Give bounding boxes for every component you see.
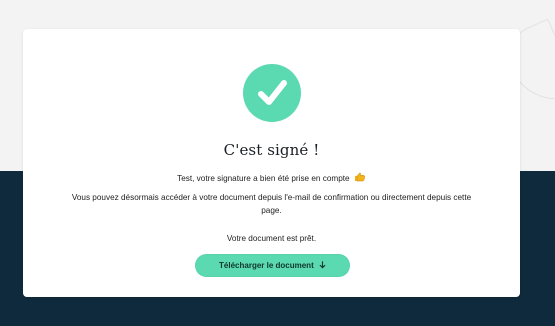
download-document-button[interactable]: Télécharger le document	[195, 254, 350, 277]
document-access-info: Vous pouvez désormais accéder à votre do…	[71, 193, 472, 215]
page-title: C'est signé !	[223, 141, 320, 159]
signature-message: Test, votre signature a bien été prise e…	[23, 172, 520, 183]
down-arrow-icon	[319, 255, 326, 269]
check-circle-icon	[242, 63, 302, 123]
document-ready-text: Votre document est prêt.	[226, 234, 317, 243]
signature-confirmation-card: C'est signé ! Test, votre signature a bi…	[23, 29, 520, 297]
download-button-label: Télécharger le document	[219, 261, 314, 270]
thumbs-up-icon	[354, 172, 366, 182]
signature-message-text: Test, votre signature a bien été prise e…	[177, 174, 350, 183]
